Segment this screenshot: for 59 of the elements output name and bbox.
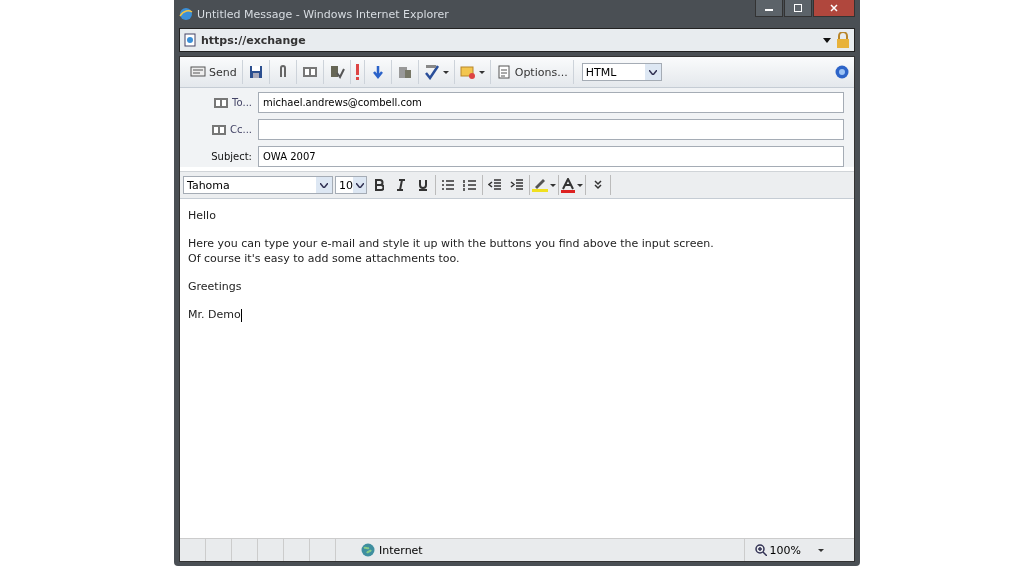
cc-button[interactable]: Cc... xyxy=(190,123,252,136)
send-button[interactable]: Send xyxy=(185,60,243,84)
indent-icon xyxy=(510,179,524,191)
browser-logo-icon xyxy=(179,7,193,21)
zone-text: Internet xyxy=(379,543,423,557)
document-icon xyxy=(396,64,413,80)
save-icon xyxy=(247,64,264,80)
body-text: Greetings xyxy=(188,280,243,293)
close-icon xyxy=(830,4,838,12)
chevron-down-icon xyxy=(320,182,328,188)
page-icon xyxy=(184,33,196,47)
double-chevron-icon xyxy=(594,180,602,190)
italic-icon xyxy=(396,179,406,191)
dropdown-arrow-icon xyxy=(823,37,831,43)
numbered-list-icon xyxy=(463,179,477,191)
window-title: Untitled Message - Windows Internet Explorer xyxy=(197,7,450,21)
font-dropdown[interactable]: Tahoma xyxy=(183,176,333,194)
address-book-icon xyxy=(211,123,226,136)
close-button[interactable] xyxy=(813,0,855,17)
envelope-icon xyxy=(190,64,206,80)
address-book-icon xyxy=(214,96,229,109)
zoom-icon xyxy=(754,544,767,556)
text-cursor xyxy=(240,308,242,322)
bullet-list-icon xyxy=(441,179,455,191)
chevron-down-icon xyxy=(355,182,364,188)
chevron-down-icon xyxy=(648,69,657,75)
maximize-button[interactable] xyxy=(784,0,812,17)
body-text: Hello xyxy=(188,209,217,222)
caret-icon xyxy=(818,548,824,552)
check-names-icon xyxy=(328,64,345,80)
minimize-button[interactable] xyxy=(755,0,783,17)
options-button[interactable]: Options... xyxy=(490,60,574,84)
underline-icon xyxy=(418,179,428,191)
zoom-control[interactable]: 100% xyxy=(743,539,854,561)
address-text: https://exchange xyxy=(201,33,307,47)
maximize-icon xyxy=(794,4,802,12)
subject-label[interactable]: Subject: xyxy=(190,151,252,162)
exclamation-icon xyxy=(355,64,359,80)
spell-check-icon xyxy=(423,64,440,80)
outdent-icon xyxy=(488,179,502,191)
address-book-icon xyxy=(301,64,318,80)
cc-field[interactable] xyxy=(258,119,844,140)
body-text: Mr. Demo xyxy=(188,308,243,322)
size-dropdown[interactable]: 10 xyxy=(335,176,367,194)
to-button[interactable]: To... xyxy=(190,96,252,109)
lock-icon xyxy=(836,32,850,48)
subject-field[interactable]: OWA 2007 xyxy=(258,146,844,167)
to-field[interactable]: michael.andrews@combell.com xyxy=(258,92,844,113)
body-text: Here you can type your e-mail and style it up with the buttons you find above the input screen. xyxy=(188,237,715,250)
message-body[interactable]: Hello Here you can type your e-mail and style it up with the buttons you find above the input screen. Of course it's easy to add some attachments too. Greetings Mr. Demo xyxy=(180,199,854,538)
format-dropdown[interactable]: HTML xyxy=(581,63,662,81)
address-bar[interactable]: https://exchange xyxy=(179,28,855,52)
font-color-icon xyxy=(561,177,575,193)
globe-icon xyxy=(361,543,375,557)
highlighter-icon xyxy=(532,178,548,192)
options-icon xyxy=(495,64,512,80)
help-icon xyxy=(835,65,849,79)
bold-icon xyxy=(374,179,384,191)
body-text: Of course it's easy to add some attachments too. xyxy=(188,252,461,265)
